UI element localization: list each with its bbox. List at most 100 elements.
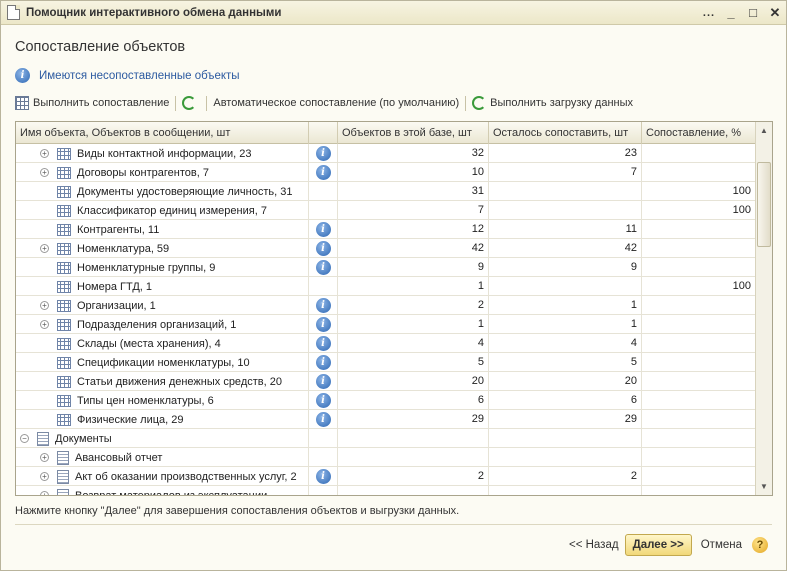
column-header-info[interactable]	[309, 122, 338, 144]
table-row[interactable]: Физические лица, 29 i 29 29	[16, 410, 756, 429]
table-row[interactable]: Спецификации номенклатуры, 10 i 5 5	[16, 353, 756, 372]
info-cell: i	[309, 334, 338, 353]
remaining-cell	[489, 429, 642, 448]
maximize-button[interactable]: □	[742, 5, 764, 20]
percent-cell	[642, 448, 756, 467]
expand-icon[interactable]: +	[40, 149, 49, 158]
expand-icon[interactable]: +	[40, 453, 49, 462]
table-row[interactable]: Статьи движения денежных средств, 20 i 20 2…	[16, 372, 756, 391]
percent-cell	[642, 258, 756, 277]
info-icon[interactable]: i	[315, 336, 331, 351]
match-icon	[15, 96, 29, 110]
object-name: Номера ГТД, 1	[77, 280, 153, 293]
auto-match-label: Автоматическое сопоставление (по умолчан…	[213, 97, 460, 109]
table-row[interactable]: Контрагенты, 11 i 12 11	[16, 220, 756, 239]
info-icon[interactable]: i	[315, 260, 331, 275]
table-row[interactable]: + Организации, 1 i21	[16, 296, 756, 315]
expand-icon[interactable]: +	[40, 244, 49, 253]
in-base-cell	[338, 486, 489, 495]
table-row[interactable]: Номера ГТД, 1 1 100	[16, 277, 756, 296]
info-icon[interactable]: i	[315, 393, 331, 408]
info-icon[interactable]: i	[315, 469, 331, 484]
unmatched-objects-link[interactable]: Имеются несопоставленные объекты	[39, 70, 240, 82]
object-name: Виды контактной информации, 23	[77, 147, 252, 160]
info-icon[interactable]: i	[315, 374, 331, 389]
auto-match-button[interactable]: Автоматическое сопоставление (по умолчан…	[213, 97, 459, 109]
table-row[interactable]: + Авансовый отчет	[16, 448, 756, 467]
percent-cell	[642, 315, 756, 334]
expand-icon[interactable]: +	[40, 491, 49, 495]
info-icon[interactable]: i	[315, 355, 331, 370]
catalog-table-icon	[57, 318, 71, 331]
scroll-down-icon[interactable]: ▼	[756, 478, 772, 495]
table-row[interactable]: + Подразделения организаций, 1i11	[16, 315, 756, 334]
in-base-cell: 20	[338, 372, 489, 391]
info-cell	[309, 277, 338, 296]
remaining-cell: 42	[489, 239, 642, 258]
table-row[interactable]: Классификатор единиц измерения, 7 7 100	[16, 201, 756, 220]
catalog-table-icon	[57, 261, 71, 274]
info-icon[interactable]: i	[315, 241, 331, 256]
expand-icon[interactable]: +	[40, 301, 49, 310]
percent-cell	[642, 296, 756, 315]
refresh-button[interactable]	[182, 96, 200, 110]
info-icon[interactable]: i	[315, 146, 331, 161]
close-button[interactable]: ✕	[764, 5, 786, 21]
table-row[interactable]: Документы удостоверяющие личность, 31 31 1…	[16, 182, 756, 201]
help-icon[interactable]: ?	[752, 537, 768, 553]
run-match-button[interactable]: Выполнить сопоставление	[15, 96, 169, 110]
info-icon[interactable]: i	[315, 222, 331, 237]
scroll-up-icon[interactable]: ▲	[756, 122, 772, 139]
percent-cell: 100	[642, 277, 756, 296]
table-row[interactable]: + Возврат материалов из эксплуатации	[16, 486, 756, 495]
back-button[interactable]: << Назад	[569, 539, 619, 551]
column-header-remaining[interactable]: Осталось сопоставить, шт	[489, 122, 642, 144]
expand-icon[interactable]: +	[40, 472, 49, 481]
expand-icon[interactable]: +	[40, 320, 49, 329]
scroll-thumb[interactable]	[757, 162, 771, 247]
vertical-scrollbar[interactable]: ▲ ▼	[755, 122, 772, 495]
table-row[interactable]: Типы цен номенклатуры, 6i66	[16, 391, 756, 410]
in-base-cell: 4	[338, 334, 489, 353]
info-icon[interactable]: i	[315, 317, 331, 332]
table-row[interactable]: Номенклатурные группы, 9i99	[16, 258, 756, 277]
info-icon[interactable]: i	[315, 412, 331, 427]
run-load-button[interactable]: Выполнить загрузку данных	[472, 96, 633, 110]
object-name-cell: + Номенклатура, 59	[16, 239, 309, 258]
menu-dots-button[interactable]: ...	[698, 7, 720, 19]
column-header-percent[interactable]: Сопоставление, %	[642, 122, 756, 144]
info-icon[interactable]: i	[315, 165, 331, 180]
info-cell	[309, 448, 338, 467]
object-name-cell: + Организации, 1	[16, 296, 309, 315]
expand-icon[interactable]: +	[40, 168, 49, 177]
collapse-icon[interactable]: −	[20, 434, 29, 443]
in-base-cell: 2	[338, 296, 489, 315]
info-cell: i	[309, 144, 338, 163]
next-button[interactable]: Далее >>	[624, 534, 692, 556]
info-cell: i	[309, 258, 338, 277]
object-name-cell: + Договоры контрагентов, 7	[16, 163, 309, 182]
table-row[interactable]: + Номенклатура, 59 i 42 42	[16, 239, 756, 258]
in-base-cell: 12	[338, 220, 489, 239]
table-row[interactable]: − Документы	[16, 429, 756, 448]
cancel-button[interactable]: Отмена	[701, 539, 742, 551]
info-icon[interactable]: i	[315, 298, 331, 313]
object-name: Спецификации номенклатуры, 10	[77, 356, 250, 369]
info-message: i Имеются несопоставленные объекты	[15, 68, 240, 83]
column-header-in-base[interactable]: Объектов в этой базе, шт	[338, 122, 489, 144]
object-name: Документы удостоверяющие личность, 31	[77, 185, 293, 198]
in-base-cell: 1	[338, 315, 489, 334]
table-row[interactable]: Склады (места хранения), 4i44	[16, 334, 756, 353]
column-header-object[interactable]: Имя объекта, Объектов в сообщении, шт	[16, 122, 309, 144]
table-row[interactable]: + Акт об оказании производственных услуг,…	[16, 467, 756, 486]
table-row[interactable]: + Договоры контрагентов, 7 i 10 7	[16, 163, 756, 182]
table-body: + Виды контактной информации, 23 i 32 23 + Дог…	[16, 144, 756, 495]
object-name-cell: + Виды контактной информации, 23	[16, 144, 309, 163]
object-name-cell: + Акт об оказании производственных услуг,…	[16, 467, 309, 486]
minimize-button[interactable]: _	[720, 5, 742, 20]
table-row[interactable]: + Виды контактной информации, 23 i 32 23	[16, 144, 756, 163]
in-base-cell: 2	[338, 467, 489, 486]
